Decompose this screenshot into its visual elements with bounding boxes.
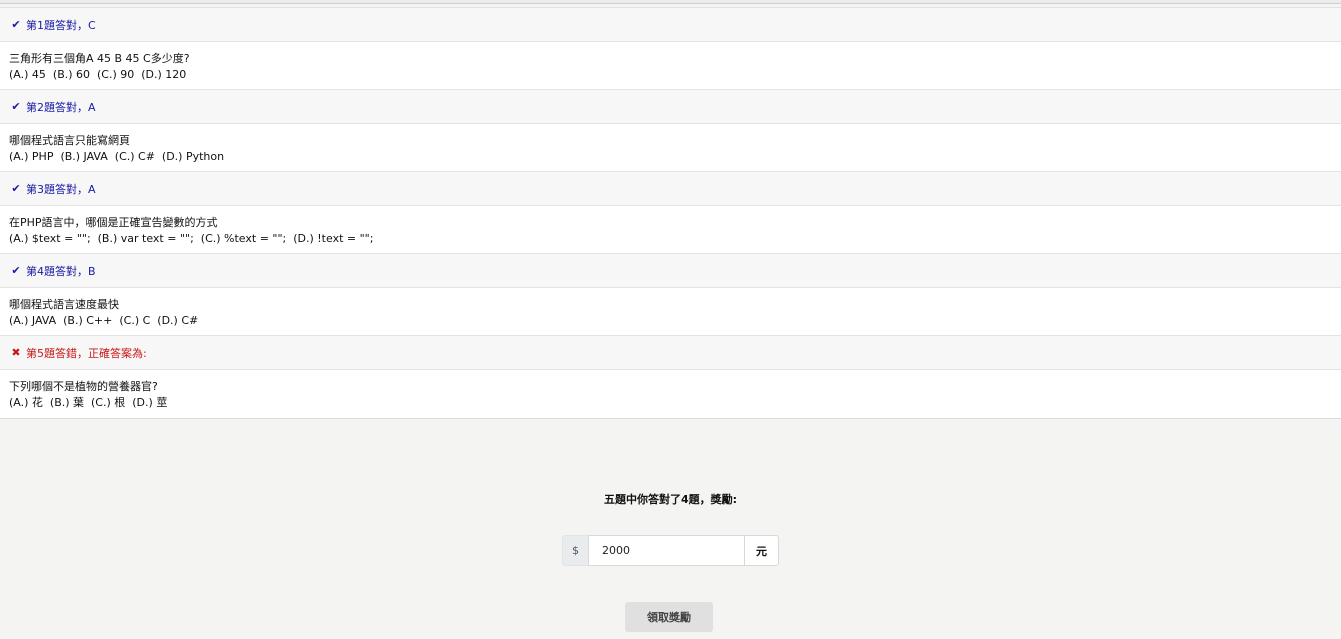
- question-2: 哪個程式語言只能寫網頁 (A.) PHP (B.) JAVA (C.) C# (…: [0, 124, 1341, 172]
- question-4-options: (A.) JAVA (B.) C++ (C.) C (D.) C#: [9, 314, 199, 327]
- claim-reward-button[interactable]: 領取獎勵: [625, 602, 713, 632]
- question-3-text: 在PHP語言中，哪個是正確宣告變數的方式: [9, 216, 218, 229]
- currency-prefix: $: [562, 535, 588, 566]
- question-5-result-text: 第5題答錯，正確答案為:: [26, 346, 147, 360]
- question-1-result-text: 第1題答對，C: [26, 18, 96, 32]
- check-icon: ✔: [11, 182, 21, 195]
- top-border: [0, 0, 1341, 4]
- question-3-result: ✔ 第3題答對，A: [0, 172, 1341, 206]
- question-1-result: ✔ 第1題答對，C: [0, 8, 1341, 42]
- currency-unit: 元: [745, 535, 779, 566]
- question-4-result: ✔ 第4題答對，B: [0, 254, 1341, 288]
- question-5-text: 下列哪個不是植物的營養器官?: [9, 380, 158, 393]
- question-2-result: ✔ 第2題答對，A: [0, 90, 1341, 124]
- cross-icon: ✖: [11, 346, 21, 359]
- question-4-result-text: 第4題答對，B: [26, 264, 96, 278]
- check-icon: ✔: [11, 18, 21, 31]
- question-1-text: 三角形有三個角A 45 B 45 C多少度?: [9, 52, 190, 65]
- question-1-options: (A.) 45 (B.) 60 (C.) 90 (D.) 120: [9, 68, 187, 81]
- question-1: 三角形有三個角A 45 B 45 C多少度? (A.) 45 (B.) 60 (…: [0, 42, 1341, 90]
- question-3-options: (A.) $text = ""; (B.) var text = ""; (C.…: [9, 232, 374, 245]
- check-icon: ✔: [11, 100, 21, 113]
- reward-title: 五題中你答對了4題，獎勵:: [603, 493, 738, 506]
- question-5: 下列哪個不是植物的營養器官? (A.) 花 (B.) 葉 (C.) 根 (D.)…: [0, 370, 1341, 418]
- question-3-result-text: 第3題答對，A: [26, 182, 96, 196]
- question-5-options: (A.) 花 (B.) 葉 (C.) 根 (D.) 莖: [9, 396, 168, 409]
- question-2-options: (A.) PHP (B.) JAVA (C.) C# (D.) Python: [9, 150, 225, 163]
- reward-amount-input[interactable]: [588, 535, 745, 566]
- question-4-text: 哪個程式語言速度最快: [9, 298, 119, 311]
- question-2-text: 哪個程式語言只能寫網頁: [9, 134, 130, 147]
- question-4: 哪個程式語言速度最快 (A.) JAVA (B.) C++ (C.) C (D.…: [0, 288, 1341, 336]
- question-5-result: ✖ 第5題答錯，正確答案為:: [0, 336, 1341, 370]
- check-icon: ✔: [11, 264, 21, 277]
- question-3: 在PHP語言中，哪個是正確宣告變數的方式 (A.) $text = ""; (B…: [0, 206, 1341, 254]
- quiz-results-panel: ✔ 第1題答對，C 三角形有三個角A 45 B 45 C多少度? (A.) 45…: [0, 7, 1341, 419]
- question-2-result-text: 第2題答對，A: [26, 100, 96, 114]
- reward-amount-group: $ 元: [562, 535, 779, 566]
